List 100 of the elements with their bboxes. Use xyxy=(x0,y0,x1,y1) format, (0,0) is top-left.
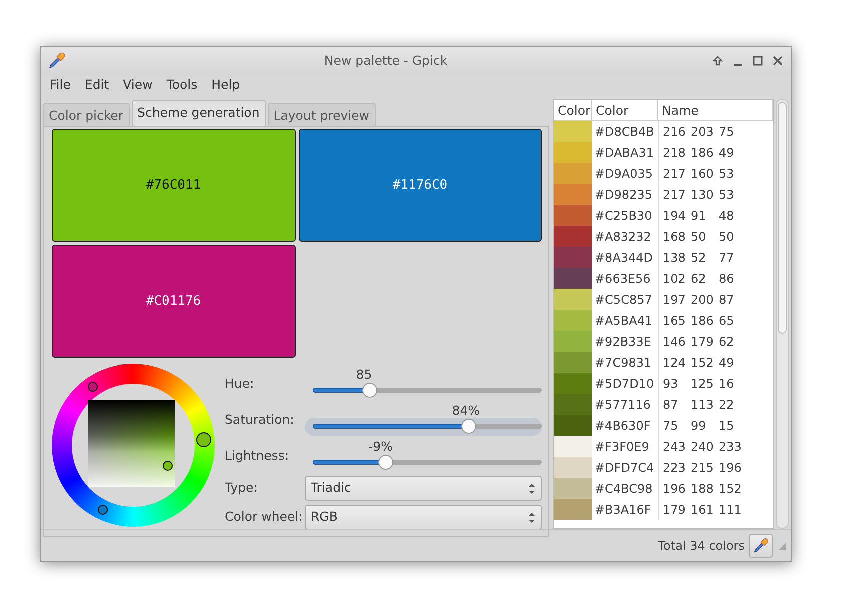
wheel-handle[interactable] xyxy=(196,432,212,448)
table-cell-text: 146 xyxy=(663,334,686,350)
table-cell-text: 102 xyxy=(663,270,686,288)
tab[interactable]: Color picker xyxy=(43,103,130,126)
color-swatch[interactable]: #C01176 xyxy=(52,245,296,358)
table-cell-text: 99 xyxy=(691,418,708,434)
table-cell-text: 240 xyxy=(691,438,714,456)
pin-icon[interactable] xyxy=(711,54,725,68)
select-field[interactable]: RGB xyxy=(305,505,542,530)
table-cell-text: 196 xyxy=(663,480,686,498)
column-header[interactable]: Color xyxy=(592,100,658,120)
table-cell-text: 203 xyxy=(691,124,714,140)
table-cell-text: #D8CB4B xyxy=(594,124,656,140)
table-cell-text: 77 xyxy=(719,250,736,266)
table-cell-text: 16 xyxy=(719,376,736,392)
color-swatch[interactable]: #1176C0 xyxy=(298,129,542,242)
table-cell-text: 125 xyxy=(691,376,714,392)
slider-label: Hue: xyxy=(225,374,256,393)
table-cell-text: #4B630F xyxy=(594,418,652,434)
maximize-icon[interactable] xyxy=(751,54,765,68)
slider-thumb[interactable] xyxy=(378,455,394,470)
table-cell-text: 223 xyxy=(663,460,686,476)
table-cell-text: 194 xyxy=(663,208,686,224)
table-cell-text: 15 xyxy=(719,418,736,434)
menu-item[interactable]: Tools xyxy=(160,76,205,94)
table-cell-text: #B3A16F xyxy=(594,502,652,518)
table-cell-text: #577116 xyxy=(594,396,652,414)
table-cell-text: 138 xyxy=(663,250,686,266)
column-header[interactable]: Name xyxy=(658,100,773,120)
scrollbar-thumb[interactable] xyxy=(778,102,787,334)
select-label: Type: xyxy=(225,479,259,498)
eyedropper-icon xyxy=(752,536,770,556)
table-cell-text: #A83232 xyxy=(594,228,652,246)
table-cell-text: #A5BA41 xyxy=(594,312,654,330)
table-cell-text: 161 xyxy=(691,502,714,518)
table-cell-text: #DABA31 xyxy=(594,144,656,162)
table-cell-text: #5D7D10 xyxy=(594,376,656,392)
table-cell-text: 216 xyxy=(663,124,686,140)
table-cell-text: 113 xyxy=(691,396,714,414)
table-cell-text: 130 xyxy=(691,186,714,204)
table-cell-text: 243 xyxy=(663,438,686,456)
table-cell-text: 50 xyxy=(691,228,708,246)
table-cell-text: 62 xyxy=(691,270,708,288)
table-cell-text: #C4BC98 xyxy=(594,480,654,498)
table-cell-text: 179 xyxy=(663,502,686,518)
color-square[interactable] xyxy=(88,400,175,487)
table-cell-text: 87 xyxy=(663,396,680,414)
window-title: New palette - Gpick xyxy=(323,52,449,70)
table-cell-text: #F3F0E9 xyxy=(594,438,650,456)
table-cell-text: 53 xyxy=(719,166,736,182)
spinner-arrows-icon xyxy=(528,510,536,524)
resize-grip-icon[interactable] xyxy=(777,540,787,550)
table-cell-text: #C25B30 xyxy=(594,208,654,224)
close-icon[interactable] xyxy=(771,54,785,68)
tab[interactable]: Layout preview xyxy=(268,103,376,126)
scrollbar[interactable] xyxy=(776,99,789,529)
table-cell-text: 160 xyxy=(691,166,714,182)
table-cell-text: 179 xyxy=(691,334,714,350)
table-cell-text: #C5C857 xyxy=(594,292,654,308)
slider-label: Saturation: xyxy=(225,410,296,429)
menu-item[interactable]: Edit xyxy=(78,76,116,94)
menu-item[interactable]: File xyxy=(43,76,78,94)
table-cell-text: 91 xyxy=(691,208,708,224)
eyedropper-icon xyxy=(47,51,67,71)
table-cell-text: 53 xyxy=(719,186,736,204)
slider-value: 85 xyxy=(356,366,372,384)
table-cell-text: 215 xyxy=(691,460,714,476)
slider-value: -9% xyxy=(368,438,393,456)
table-cell-text: 200 xyxy=(691,292,714,308)
status-text: Total 34 colors xyxy=(658,538,745,554)
table-cell-text: 186 xyxy=(691,144,714,162)
table-cell-text: 48 xyxy=(719,208,736,224)
menu-item[interactable]: Help xyxy=(204,76,248,94)
table-cell-text: 65 xyxy=(719,312,736,330)
table-cell-text: 75 xyxy=(719,124,736,140)
table-cell-text: #D9A035 xyxy=(594,166,654,182)
column-header[interactable]: Color xyxy=(554,100,592,120)
table-cell-text: 233 xyxy=(719,438,742,456)
slider-thumb[interactable] xyxy=(362,383,378,398)
eyedropper-button[interactable] xyxy=(749,534,773,558)
wheel-handle[interactable] xyxy=(88,382,98,392)
table-cell-text: 217 xyxy=(663,186,686,204)
table-cell-text: 87 xyxy=(719,292,736,308)
select-label: Color wheel: xyxy=(225,508,304,526)
slider-label: Lightness: xyxy=(225,446,290,465)
table-cell-text: 186 xyxy=(691,312,714,330)
color-swatch[interactable]: #76C011 xyxy=(52,129,296,242)
table-cell-text: 22 xyxy=(719,396,736,414)
table-cell-text: 217 xyxy=(663,166,686,182)
table-cell-text: 75 xyxy=(663,418,680,434)
table-cell-text: 152 xyxy=(719,480,742,498)
wheel-handle[interactable] xyxy=(98,504,108,515)
table-cell-text: 165 xyxy=(663,312,686,330)
table-cell-text: #D98235 xyxy=(594,186,654,204)
table-cell-text: #8A344D xyxy=(594,250,654,266)
tab[interactable]: Scheme generation xyxy=(132,100,266,126)
select-field[interactable]: Triadic xyxy=(305,476,542,501)
table-cell-text: 152 xyxy=(691,354,714,372)
menu-item[interactable]: View xyxy=(116,76,160,94)
table-cell-text: 188 xyxy=(691,480,714,498)
